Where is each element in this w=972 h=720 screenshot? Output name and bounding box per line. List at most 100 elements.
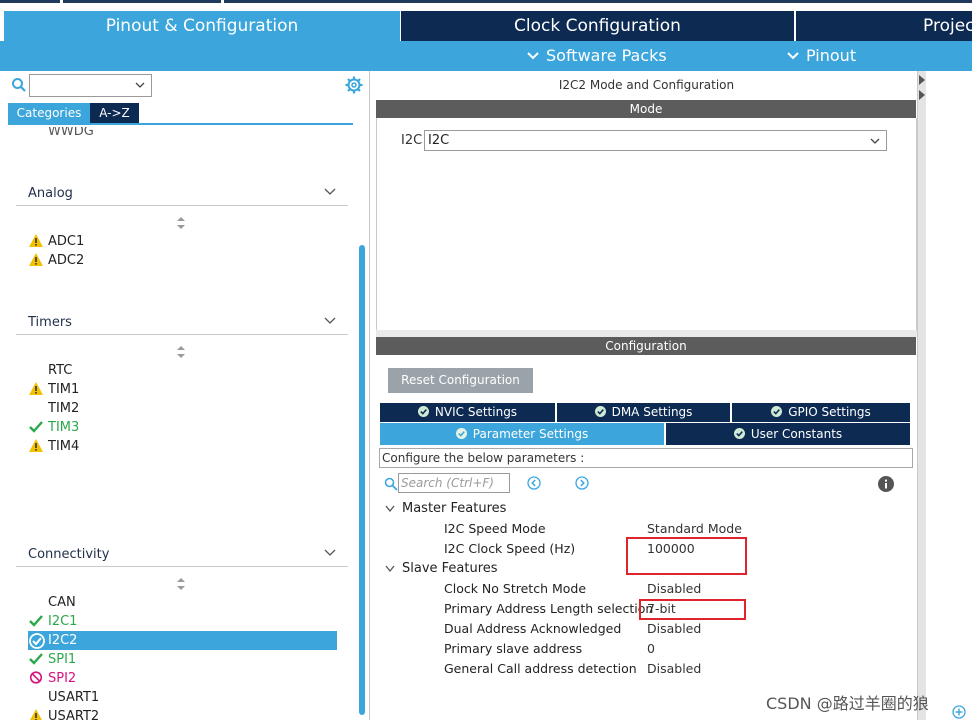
sub-menu-left xyxy=(4,41,400,71)
sub-menu-bar: Software Packs Pinout xyxy=(0,41,972,71)
i2c-mode-label: I2C xyxy=(401,133,423,148)
group-master-features[interactable]: Master Features xyxy=(402,501,506,516)
list-item-rtc[interactable]: RTC xyxy=(48,363,72,378)
list-item-spi1[interactable]: SPI1 xyxy=(48,652,76,667)
param-name: Primary slave address xyxy=(444,641,583,656)
list-item-usart1[interactable]: USART1 xyxy=(48,690,99,705)
category-tab-underline xyxy=(8,123,353,125)
mode-config-header: I2C2 Mode and Configuration xyxy=(558,78,735,92)
collapse-arrow-icon[interactable] xyxy=(918,73,926,103)
list-item-can[interactable]: CAN xyxy=(48,595,76,610)
param-value[interactable]: Disabled xyxy=(647,581,701,596)
software-packs-menu[interactable]: Software Packs xyxy=(526,41,667,71)
section-connectivity[interactable]: Connectivity xyxy=(28,547,109,562)
tab-dma-settings[interactable]: DMA Settings xyxy=(557,403,730,422)
tab-categories[interactable]: Categories xyxy=(8,103,90,123)
splitter[interactable] xyxy=(376,330,917,337)
list-item-tim4[interactable]: TIM4 xyxy=(48,439,79,454)
check-icon xyxy=(29,615,43,627)
software-packs-label: Software Packs xyxy=(546,46,667,65)
param-value[interactable]: Disabled xyxy=(647,661,701,676)
check-circle-icon xyxy=(771,406,783,417)
category-search-combo[interactable] xyxy=(29,74,152,97)
highlight-box xyxy=(626,537,747,575)
group-slave-features[interactable]: Slave Features xyxy=(402,561,498,576)
param-name: Dual Address Acknowledged xyxy=(444,621,622,636)
param-name: I2C Speed Mode xyxy=(444,521,546,536)
sort-icon[interactable] xyxy=(176,578,186,590)
reset-configuration-button[interactable]: Reset Configuration xyxy=(388,368,533,393)
category-scrollbar[interactable] xyxy=(358,127,366,720)
chevron-down-icon[interactable] xyxy=(385,565,395,573)
sort-icon[interactable] xyxy=(176,346,186,358)
i2c-mode-select[interactable]: I2C xyxy=(424,130,887,151)
chevron-down-icon xyxy=(527,52,539,60)
param-value[interactable]: Disabled xyxy=(647,621,701,636)
check-circle-icon xyxy=(594,406,606,417)
param-name: Primary Address Length selection xyxy=(444,601,654,616)
tab-clock-configuration[interactable]: Clock Configuration xyxy=(401,11,794,41)
list-item-adc1[interactable]: ADC1 xyxy=(48,234,84,249)
warning-icon xyxy=(29,439,43,452)
main-tab-bar: Pinout & Configuration Clock Configurati… xyxy=(0,11,972,41)
tab-pinout-configuration[interactable]: Pinout & Configuration xyxy=(4,11,400,41)
pinout-menu[interactable]: Pinout xyxy=(786,41,856,71)
divider xyxy=(16,334,348,335)
list-item-usart2[interactable]: USART2 xyxy=(48,709,99,720)
next-icon[interactable] xyxy=(575,476,589,490)
list-item-i2c2[interactable]: I2C2 xyxy=(48,633,77,648)
check-icon xyxy=(29,653,43,665)
chevron-down-icon[interactable] xyxy=(385,505,395,513)
mode-configuration-area: I2C2 Mode and Configuration Mode I2C I2C… xyxy=(376,71,917,720)
param-name: General Call address detection xyxy=(444,661,637,676)
chevron-down-icon[interactable] xyxy=(324,317,336,325)
previous-icon[interactable] xyxy=(527,476,541,490)
stm32cubemx-window: Pinout & Configuration Clock Configurati… xyxy=(0,0,972,720)
tab-user-constants[interactable]: User Constants xyxy=(666,423,910,445)
category-search-row xyxy=(0,71,370,101)
chevron-down-icon[interactable] xyxy=(324,549,336,557)
search-icon[interactable] xyxy=(11,77,27,93)
collapsed-strip xyxy=(918,71,926,720)
tab-parameter-settings[interactable]: Parameter Settings xyxy=(380,423,664,445)
list-item-tim3[interactable]: TIM3 xyxy=(48,420,79,435)
list-item-tim1[interactable]: TIM1 xyxy=(48,382,79,397)
list-item-tim2[interactable]: TIM2 xyxy=(48,401,79,416)
gear-icon[interactable] xyxy=(345,76,363,94)
disabled-icon xyxy=(29,671,43,684)
param-value[interactable]: 0 xyxy=(647,641,655,656)
list-item-adc2[interactable]: ADC2 xyxy=(48,253,84,268)
param-value[interactable]: Standard Mode xyxy=(647,521,742,536)
scrollbar-thumb[interactable] xyxy=(359,245,365,715)
tab-gpio-label: GPIO Settings xyxy=(788,405,871,419)
divider xyxy=(16,205,348,206)
watermark: CSDN @路过羊圈的狼 xyxy=(766,694,929,713)
tab-parameter-label: Parameter Settings xyxy=(472,427,589,441)
section-analog[interactable]: Analog xyxy=(28,186,73,201)
search-icon xyxy=(384,477,398,491)
tab-dma-label: DMA Settings xyxy=(611,405,693,419)
highlight-box xyxy=(639,599,746,620)
warning-icon xyxy=(30,709,42,720)
sort-icon[interactable] xyxy=(176,217,186,229)
list-item-wwdg[interactable]: WWDG xyxy=(48,127,94,139)
chevron-down-icon xyxy=(787,52,799,60)
parameter-search-input[interactable]: Search (Ctrl+F) xyxy=(398,473,510,493)
check-circle-icon xyxy=(733,428,745,439)
info-icon[interactable] xyxy=(878,476,894,492)
tab-user-label: User Constants xyxy=(750,427,843,441)
list-item-spi2[interactable]: SPI2 xyxy=(48,671,76,686)
chevron-down-icon[interactable] xyxy=(324,188,336,196)
param-name: Clock No Stretch Mode xyxy=(444,581,587,596)
warning-icon xyxy=(29,234,43,247)
tab-nvic-settings[interactable]: NVIC Settings xyxy=(380,403,555,422)
tab-project-manager[interactable]: Projec xyxy=(796,11,972,41)
list-item-i2c1[interactable]: I2C1 xyxy=(48,614,77,629)
i2c-mode-value: I2C xyxy=(428,133,450,148)
tab-a-to-z[interactable]: A->Z xyxy=(90,103,139,123)
category-tree: WWDG Analog ADC1 ADC2 Timers RTC TIM1 TI… xyxy=(0,127,356,720)
section-timers[interactable]: Timers xyxy=(28,315,72,330)
divider xyxy=(16,566,348,567)
tab-gpio-settings[interactable]: GPIO Settings xyxy=(732,403,910,422)
add-icon[interactable] xyxy=(952,705,966,719)
